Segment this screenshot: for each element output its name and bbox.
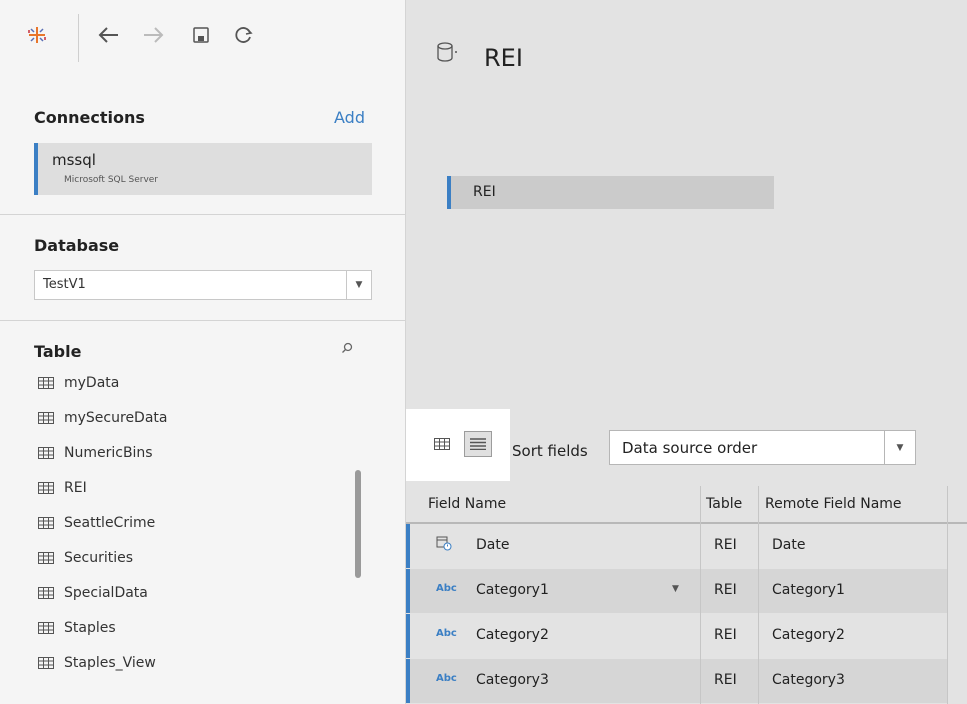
table-cell: REI — [714, 627, 737, 643]
table-item[interactable]: NumericBins — [34, 440, 344, 466]
connection-item[interactable]: mssql Microsoft SQL Server — [34, 143, 372, 195]
datasource-icon[interactable] — [436, 40, 458, 66]
chevron-down-icon[interactable]: ▼ — [884, 431, 915, 464]
table-item[interactable]: myData — [34, 370, 344, 396]
list-view-icon[interactable] — [464, 431, 492, 457]
table-item-label: Staples_View — [64, 655, 156, 671]
table-icon — [38, 657, 54, 669]
column-divider — [947, 486, 948, 704]
table-item[interactable]: SeattleCrime — [34, 510, 344, 536]
table-icon — [38, 447, 54, 459]
field-name-cell: Date — [476, 537, 510, 553]
table-item[interactable]: REI — [34, 475, 344, 501]
table-row[interactable]: Abc Category1 REI Category1 ▼ — [406, 569, 947, 613]
connection-name: mssql — [52, 151, 96, 169]
chevron-down-icon[interactable]: ▼ — [672, 584, 679, 594]
sort-fields-label: Sort fields — [512, 442, 588, 460]
divider — [0, 214, 405, 215]
save-icon[interactable] — [190, 24, 212, 46]
table-item-label: SpecialData — [64, 585, 148, 601]
datasource-title[interactable]: REI — [484, 44, 523, 72]
field-name-cell: Category2 — [476, 627, 549, 643]
canvas-table-label: REI — [473, 184, 496, 200]
table-item[interactable]: Staples_View — [34, 650, 344, 676]
sort-fields-select[interactable]: Data source order ▼ — [609, 430, 916, 465]
table-icon — [38, 587, 54, 599]
toolbar — [0, 0, 405, 76]
grid-header: Field Name Table Remote Field Name — [406, 486, 967, 524]
grid-view-icon[interactable] — [428, 431, 456, 457]
table-item-label: SeattleCrime — [64, 515, 156, 531]
column-divider — [700, 486, 701, 704]
remote-field-cell: Category3 — [772, 672, 845, 688]
connection-type: Microsoft SQL Server — [64, 175, 159, 185]
view-toggle — [406, 409, 510, 481]
database-title: Database — [34, 236, 120, 255]
table-item[interactable]: Securities — [34, 545, 344, 571]
database-value: TestV1 — [43, 277, 86, 292]
field-name-cell: Category1 — [476, 582, 549, 598]
calendar-icon[interactable] — [436, 535, 452, 554]
header-remote-field-name[interactable]: Remote Field Name — [765, 496, 902, 512]
table-item-label: mySecureData — [64, 410, 168, 426]
main-panel: REI REI Sort fields Data source order ▼ … — [406, 0, 967, 704]
table-item-label: NumericBins — [64, 445, 153, 461]
header-field-name[interactable]: Field Name — [428, 496, 506, 512]
remote-field-cell: Date — [772, 537, 806, 553]
string-type-icon[interactable]: Abc — [436, 628, 457, 639]
table-cell: REI — [714, 582, 737, 598]
divider — [0, 320, 405, 321]
table-row[interactable]: Abc Category3 REI Category3 — [406, 659, 947, 703]
toolbar-separator — [78, 14, 79, 62]
table-icon — [38, 552, 54, 564]
table-icon — [38, 482, 54, 494]
table-item-label: myData — [64, 375, 120, 391]
sidebar: Connections Add mssql Microsoft SQL Serv… — [0, 0, 406, 704]
tableau-logo-icon[interactable] — [26, 24, 48, 46]
sort-fields-value: Data source order — [622, 439, 758, 457]
table-icon — [38, 622, 54, 634]
chevron-down-icon[interactable]: ▼ — [346, 271, 371, 299]
header-table[interactable]: Table — [706, 496, 742, 512]
table-row[interactable]: Abc Category2 REI Category2 — [406, 614, 947, 658]
table-icon — [38, 517, 54, 529]
table-title: Table — [34, 342, 82, 361]
remote-field-cell: Category2 — [772, 627, 845, 643]
table-item-label: Staples — [64, 620, 116, 636]
connections-title: Connections — [34, 108, 145, 127]
add-connection-link[interactable]: Add — [334, 108, 365, 127]
table-item-label: Securities — [64, 550, 134, 566]
string-type-icon[interactable]: Abc — [436, 583, 457, 594]
refresh-icon[interactable] — [232, 24, 254, 46]
table-item[interactable]: mySecureData — [34, 405, 344, 431]
field-name-cell: Category3 — [476, 672, 549, 688]
table-icon — [38, 377, 54, 389]
column-divider — [758, 486, 759, 704]
scrollbar[interactable] — [355, 470, 361, 578]
back-arrow-icon[interactable] — [98, 24, 120, 46]
remote-field-cell: Category1 — [772, 582, 845, 598]
table-item[interactable]: SpecialData — [34, 580, 344, 606]
forward-arrow-icon[interactable] — [142, 24, 164, 46]
string-type-icon[interactable]: Abc — [436, 673, 457, 684]
database-select[interactable]: TestV1 ▼ — [34, 270, 372, 300]
table-item[interactable]: Staples — [34, 615, 344, 641]
table-item-label: REI — [64, 480, 87, 496]
search-icon[interactable] — [341, 342, 355, 356]
table-row[interactable]: Date REI Date — [406, 524, 947, 568]
canvas-table[interactable]: REI — [447, 176, 774, 209]
table-cell: REI — [714, 537, 737, 553]
table-cell: REI — [714, 672, 737, 688]
table-icon — [38, 412, 54, 424]
